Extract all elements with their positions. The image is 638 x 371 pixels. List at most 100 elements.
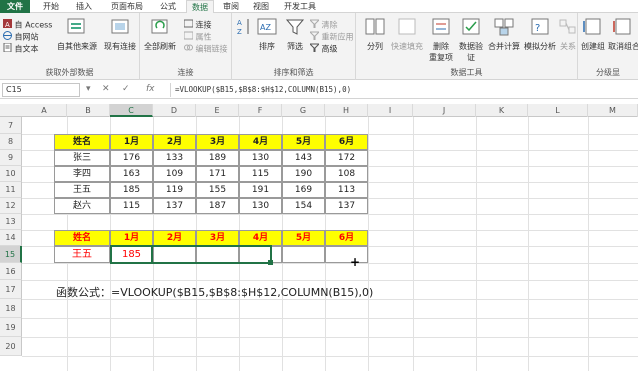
table-cell[interactable]: 143 [282,150,325,166]
edit-links-button[interactable]: 编辑链接 [184,43,228,55]
active-cell[interactable] [110,245,153,264]
lookup-header-month[interactable]: 1月 [110,230,153,246]
table-cell-name[interactable]: 李四 [54,166,110,182]
chevron-down-icon[interactable]: ▾ [86,84,91,94]
row-header-14[interactable]: 14 [0,230,22,246]
cancel-icon[interactable]: ✕ [102,84,110,94]
lookup-cell[interactable] [282,246,325,263]
table-cell[interactable]: 187 [196,198,239,214]
row-header-18[interactable]: 18 [0,299,22,318]
table-cell[interactable]: 119 [153,182,196,198]
row-header-8[interactable]: 8 [0,134,22,150]
tab-file[interactable]: 文件 [0,0,30,13]
lookup-header-month[interactable]: 3月 [196,230,239,246]
fx-icon[interactable]: fx [146,84,155,94]
column-header-a[interactable]: A [22,104,67,117]
table-cell[interactable]: 154 [282,198,325,214]
table-cell-name[interactable]: 王五 [54,182,110,198]
reapply-button[interactable]: 重新应用 [308,31,354,43]
row-header-10[interactable]: 10 [0,166,22,182]
relationships-button[interactable]: 关系 [558,17,578,52]
column-header-c[interactable]: C [110,104,153,117]
table-header-month[interactable]: 5月 [282,134,325,150]
advanced-button[interactable]: 高级 [308,43,338,55]
table-header-month[interactable]: 6月 [325,134,368,150]
table-cell[interactable]: 130 [239,198,282,214]
column-header-e[interactable]: E [196,104,239,117]
group-button[interactable]: 创建组 [580,17,606,52]
row-header-11[interactable]: 11 [0,182,22,198]
table-cell[interactable]: 155 [196,182,239,198]
tab-formulas[interactable]: 公式 [154,0,182,13]
filter-button[interactable]: 筛选 [282,17,308,52]
enter-icon[interactable]: ✓ [122,84,130,94]
data-validation-button[interactable]: 数据验 证 [456,17,486,63]
lookup-header-month[interactable]: 5月 [282,230,325,246]
column-header-f[interactable]: F [239,104,282,117]
connections-button[interactable]: 连接 [183,19,212,31]
table-cell[interactable]: 171 [196,166,239,182]
lookup-header-month[interactable]: 2月 [153,230,196,246]
table-header-month[interactable]: 1月 [110,134,153,150]
tab-page-layout[interactable]: 页面布局 [104,0,150,13]
table-cell[interactable]: 190 [282,166,325,182]
refresh-all-button[interactable]: 全部刷新 [142,17,178,52]
sort-az-button[interactable]: AZ [234,17,254,41]
tab-review[interactable]: 审阅 [218,0,244,13]
column-header-g[interactable]: G [282,104,325,117]
row-header-7[interactable]: 7 [0,117,22,134]
table-cell[interactable]: 185 [110,182,153,198]
tab-home[interactable]: 开始 [38,0,64,13]
tab-view[interactable]: 视图 [248,0,274,13]
lookup-header-month[interactable]: 6月 [325,230,368,246]
table-cell[interactable]: 169 [282,182,325,198]
column-header-i[interactable]: I [368,104,413,117]
column-header-m[interactable]: M [588,104,638,117]
table-cell[interactable]: 172 [325,150,368,166]
table-cell[interactable]: 130 [239,150,282,166]
column-header-h[interactable]: H [325,104,368,117]
column-header-l[interactable]: L [528,104,588,117]
flash-fill-button[interactable]: 快速填充 [388,17,426,52]
table-header-month[interactable]: 2月 [153,134,196,150]
row-header-20[interactable]: 20 [0,337,22,356]
table-cell-name[interactable]: 张三 [54,150,110,166]
lookup-cell[interactable] [325,246,368,263]
text-to-columns-button[interactable]: 分列 [362,17,388,52]
column-header-d[interactable]: D [153,104,196,117]
table-header-month[interactable]: 4月 [239,134,282,150]
table-cell[interactable]: 137 [325,198,368,214]
row-header-19[interactable]: 19 [0,318,22,337]
other-sources-button[interactable]: 自其他来源 [54,17,100,52]
clear-button[interactable]: 清除 [308,19,338,31]
tab-data[interactable]: 数据 [186,0,214,13]
from-access-button[interactable]: A 自 Access [3,19,52,31]
row-header-16[interactable]: 16 [0,263,22,280]
table-cell[interactable]: 115 [110,198,153,214]
table-cell[interactable]: 191 [239,182,282,198]
from-text-button[interactable]: 自文本 [3,42,39,55]
table-cell-name[interactable]: 赵六 [54,198,110,214]
row-header-17[interactable]: 17 [0,280,22,299]
row-header-13[interactable]: 13 [0,214,22,230]
consolidate-button[interactable]: 合并计算 [486,17,522,52]
lookup-header-month[interactable]: 4月 [239,230,282,246]
column-header-j[interactable]: J [413,104,476,117]
table-cell[interactable]: 137 [153,198,196,214]
table-cell[interactable]: 113 [325,182,368,198]
table-cell[interactable]: 133 [153,150,196,166]
table-cell[interactable]: 176 [110,150,153,166]
fill-handle[interactable] [268,260,273,265]
table-header-month[interactable]: 3月 [196,134,239,150]
from-web-button[interactable]: 自网站 [3,31,39,43]
column-header-k[interactable]: K [476,104,528,117]
ungroup-button[interactable]: 取消组合 [608,17,638,52]
tab-insert[interactable]: 插入 [70,0,98,13]
tab-developer[interactable]: 开发工具 [280,0,320,13]
sort-button[interactable]: AZ 排序 [254,17,280,52]
table-cell[interactable]: 189 [196,150,239,166]
table-cell[interactable]: 115 [239,166,282,182]
row-header-12[interactable]: 12 [0,198,22,214]
formula-input[interactable]: =VLOOKUP($B15,$B$8:$H$12,COLUMN(B15),0) [170,83,636,97]
properties-button[interactable]: 属性 [183,31,212,43]
